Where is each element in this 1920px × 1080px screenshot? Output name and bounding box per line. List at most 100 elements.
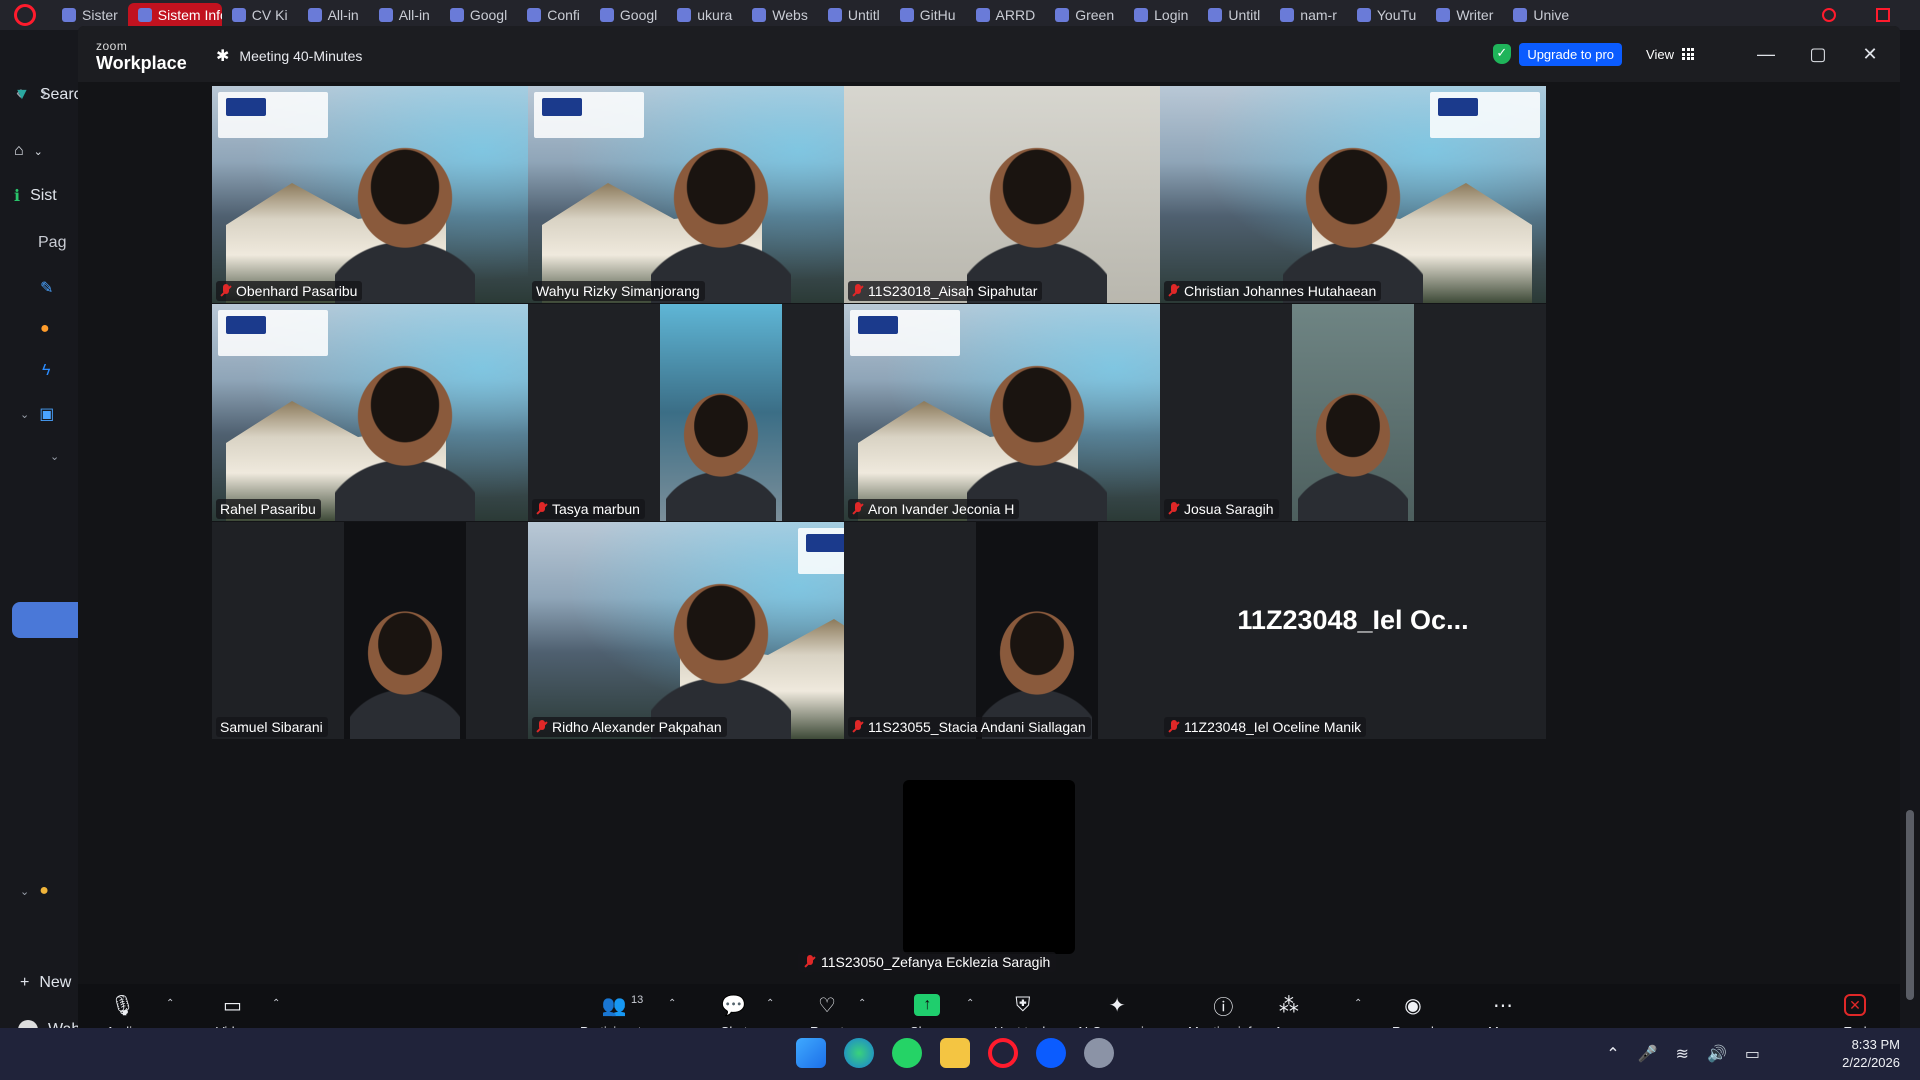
tab-label: Writer <box>1456 7 1494 23</box>
video-chevron-up-icon[interactable]: ⌃ <box>272 998 280 1009</box>
browser-tab[interactable]: Untitl <box>818 3 890 27</box>
participant-video <box>651 569 791 739</box>
participant-video <box>335 351 475 521</box>
tile-label: Tasya marbun <box>532 499 645 519</box>
maximize-icon[interactable]: ▢ <box>1798 38 1838 70</box>
browser-tab[interactable]: Googl <box>440 3 517 27</box>
paw-icon: ✱ <box>216 48 230 65</box>
apps-chevron-up-icon[interactable]: ⌃ <box>1354 998 1362 1009</box>
microphone-icon: 🎙 <box>109 994 136 1017</box>
chat-chevron-up-icon[interactable]: ⌃ <box>766 998 774 1009</box>
browser-tab[interactable]: All-in <box>369 3 440 27</box>
browser-tab[interactable]: Sister <box>52 3 128 27</box>
participant-video <box>967 133 1107 303</box>
tab-favicon-icon <box>1134 8 1149 22</box>
browser-tab[interactable]: Login <box>1124 3 1198 27</box>
participants-chevron-up-icon[interactable]: ⌃ <box>668 998 676 1009</box>
meeting-title[interactable]: ✱ Meeting 40-Minutes <box>216 46 362 66</box>
browser-tab[interactable]: Confi <box>517 3 590 27</box>
zoom-app-icon[interactable] <box>1036 1038 1066 1068</box>
view-button[interactable]: View <box>1646 47 1694 62</box>
browser-tab[interactable]: YouTu <box>1347 3 1426 27</box>
image-icon: ▣ <box>39 406 55 423</box>
users-icon[interactable]: ● <box>40 320 50 338</box>
search-field[interactable]: ▼ Searc <box>14 86 82 104</box>
zoom-brand: zoom Workplace <box>96 40 187 72</box>
browser-tab[interactable]: Green <box>1045 3 1124 27</box>
taskbar-apps <box>796 1038 1114 1068</box>
sidebar-item-section[interactable]: ℹ Sist <box>14 186 57 206</box>
video-tile[interactable]: 11Z23048_Iel Oc... 11Z23048_Iel Oceline M… <box>1160 522 1546 739</box>
tab-favicon-icon <box>449 8 464 22</box>
bolt-icon[interactable]: ϟ <box>42 362 50 380</box>
tab-label: Login <box>1154 7 1189 23</box>
chevron-down-icon: ⌄ <box>20 408 30 421</box>
minimize-icon[interactable]: — <box>1746 38 1786 70</box>
mic-tray-icon[interactable]: 🎤 <box>1638 1044 1658 1064</box>
share-chevron-up-icon[interactable]: ⌃ <box>966 998 974 1009</box>
participant-name: Josua Saragih <box>1184 501 1274 517</box>
participant-figure <box>666 381 776 521</box>
emoji-item[interactable]: ⌄ ● <box>20 882 49 900</box>
tab-favicon-icon <box>975 8 990 22</box>
participant-video <box>335 133 475 303</box>
settings-icon[interactable] <box>1084 1038 1114 1068</box>
participant-name: 11S23018_Aisah Sipahutar <box>868 283 1038 299</box>
tab-favicon-icon <box>378 8 393 22</box>
browser-tab[interactable]: Googl <box>590 3 667 27</box>
emoji-icon: ● <box>39 882 49 899</box>
taskbar-clock[interactable]: 8:33 PM 2/22/2026 <box>1842 1036 1900 1072</box>
institute-logo-panel <box>534 92 644 138</box>
whatsapp-icon[interactable] <box>892 1038 922 1068</box>
audio-chevron-up-icon[interactable]: ⌃ <box>166 998 174 1009</box>
participant-name: Wahyu Rizky Simanjorang <box>536 283 700 299</box>
tab-favicon-icon <box>307 8 322 22</box>
browser-tab[interactable]: Webs <box>742 3 818 27</box>
mic-muted-icon <box>804 955 816 969</box>
titlebar-actions: Upgrade to pro View — ▢ ✕ <box>1493 38 1890 70</box>
sidebar-item-page[interactable]: Pag <box>38 234 66 252</box>
browser-tab[interactable]: GitHu <box>890 3 966 27</box>
browser-tab[interactable]: Unive <box>1503 3 1579 27</box>
react-chevron-up-icon[interactable]: ⌃ <box>858 998 866 1009</box>
browser-tab[interactable]: Writer <box>1426 3 1503 27</box>
maximize-browser-icon[interactable] <box>1876 8 1890 22</box>
sparkle-icon: ✦ <box>1108 994 1126 1017</box>
new-item-button[interactable]: + New <box>20 974 71 992</box>
file-explorer-icon[interactable] <box>940 1038 970 1068</box>
upgrade-button[interactable]: Upgrade to pro <box>1519 42 1623 66</box>
video-tile[interactable]: Josua Saragih <box>1160 304 1546 521</box>
browser-tab[interactable]: ukura <box>667 3 742 27</box>
wifi-icon[interactable]: ≋ <box>1676 1044 1689 1064</box>
browser-tab[interactable]: Sistem Inform <box>127 3 222 27</box>
participant-figure <box>1298 381 1408 521</box>
chevron-up-icon[interactable]: ⌃ <box>1606 1044 1619 1064</box>
browser-tab[interactable]: nam-r <box>1270 3 1347 27</box>
browser-scrollbar[interactable] <box>1900 30 1920 1028</box>
opera-icon[interactable] <box>988 1038 1018 1068</box>
opera-logo-icon[interactable] <box>14 4 36 26</box>
video-tile[interactable]: Christian Johannes Hutahaean <box>1160 86 1546 303</box>
video-tile-solo[interactable] <box>903 780 1075 954</box>
tab-label: GitHu <box>919 7 956 23</box>
home-item[interactable]: ⌂ ⌄ <box>14 142 43 160</box>
shield-check-icon[interactable] <box>1493 44 1512 64</box>
tile-label: 11S23050_Zefanya Ecklezia Saragih <box>798 952 1057 972</box>
scrollbar-thumb[interactable] <box>1906 810 1914 1000</box>
windows-start-icon[interactable] <box>796 1038 826 1068</box>
search-label: Searc <box>39 86 82 103</box>
browser-tab[interactable]: CV Ki <box>222 3 298 27</box>
edge-icon[interactable] <box>844 1038 874 1068</box>
browser-tab[interactable]: Untitl <box>1198 3 1270 27</box>
close-icon[interactable]: ✕ <box>1850 38 1890 70</box>
folder-item[interactable]: ⌄ ▣ <box>20 404 54 424</box>
sidebar-action-button[interactable] <box>12 602 78 638</box>
volume-icon[interactable]: 🔊 <box>1707 1044 1727 1064</box>
browser-tab[interactable]: ARRD <box>966 3 1046 27</box>
chevron-down-icon[interactable]: ⌄ <box>50 450 59 463</box>
battery-icon[interactable]: ▭ <box>1745 1044 1760 1064</box>
edit-icon[interactable]: ✎ <box>40 278 53 298</box>
browser-tab[interactable]: All-in <box>298 3 369 27</box>
record-icon: ◉ <box>1404 994 1422 1017</box>
search-tabs-icon[interactable] <box>1822 8 1836 22</box>
